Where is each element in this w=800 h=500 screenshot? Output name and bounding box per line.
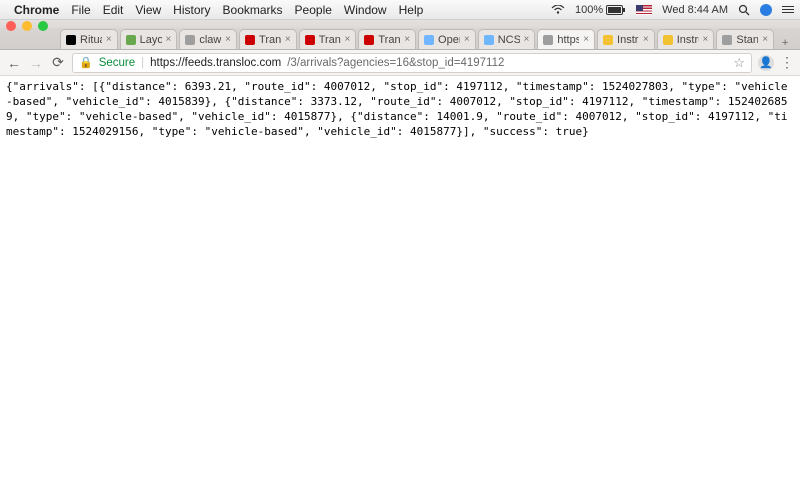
lock-icon: 🔒: [79, 56, 93, 69]
browser-tab[interactable]: https:/ ×: [537, 29, 595, 49]
back-button[interactable]: ←: [6, 55, 22, 71]
tab-title: Transf: [378, 34, 400, 46]
favicon-icon: [245, 35, 255, 45]
input-flag-icon[interactable]: [636, 5, 652, 15]
close-tab-icon[interactable]: ×: [345, 34, 351, 45]
favicon-icon: [722, 35, 732, 45]
response-body: {"arrivals": [{"distance": 6393.21, "rou…: [0, 76, 800, 143]
bookmark-star-icon[interactable]: ☆: [733, 55, 745, 71]
tab-title: OpenA: [438, 34, 460, 46]
new-tab-button[interactable]: +: [776, 37, 794, 49]
browser-tab[interactable]: Transf ×: [299, 29, 357, 49]
browser-tab[interactable]: Transf ×: [358, 29, 416, 49]
window-titlebar: [0, 20, 800, 28]
menubar-item[interactable]: View: [135, 3, 161, 17]
forward-button: →: [28, 55, 44, 71]
browser-tab[interactable]: Layout ×: [120, 29, 178, 49]
favicon-icon: [66, 35, 76, 45]
browser-tab[interactable]: NCSU ×: [478, 29, 536, 49]
macos-menubar: Chrome File Edit View History Bookmarks …: [0, 0, 800, 20]
clock[interactable]: Wed 8:44 AM: [662, 4, 728, 16]
tab-title: Instruc: [617, 34, 639, 46]
menubar-item[interactable]: File: [71, 3, 90, 17]
tab-title: https:/: [557, 34, 579, 46]
toolbar: ← → ⟳ 🔒 Secure | https://feeds.transloc.…: [0, 50, 800, 76]
tab-title: Transf: [319, 34, 341, 46]
tab-strip: Ritual×Layout×clawbc×Transf×Transf×Trans…: [0, 28, 800, 50]
window-controls: [6, 21, 48, 31]
menubar-item[interactable]: Edit: [103, 3, 124, 17]
tab-title: Instruc: [677, 34, 699, 46]
favicon-icon: [305, 35, 315, 45]
url-host: https://feeds.transloc.com: [150, 57, 281, 69]
browser-tab[interactable]: Instruc ×: [597, 29, 655, 49]
favicon-icon: [603, 35, 613, 45]
spotlight-icon[interactable]: [738, 4, 750, 16]
close-tab-icon[interactable]: ×: [225, 34, 231, 45]
close-tab-icon[interactable]: ×: [524, 34, 530, 45]
favicon-icon: [364, 35, 374, 45]
favicon-icon: [484, 35, 494, 45]
close-tab-icon[interactable]: ×: [106, 34, 112, 45]
wifi-icon[interactable]: [551, 5, 565, 15]
close-window-icon[interactable]: [6, 21, 16, 31]
tab-title: Layout: [140, 34, 162, 46]
notification-center-icon[interactable]: [782, 6, 794, 14]
battery-icon[interactable]: 100%: [575, 4, 626, 16]
menubar-item[interactable]: People: [295, 3, 332, 17]
close-tab-icon[interactable]: ×: [285, 34, 291, 45]
reload-button[interactable]: ⟳: [50, 55, 66, 71]
status-dot-icon[interactable]: [760, 4, 772, 16]
address-bar[interactable]: 🔒 Secure | https://feeds.transloc.com/3/…: [72, 53, 752, 73]
profile-avatar-icon[interactable]: 👤: [758, 55, 774, 71]
close-tab-icon[interactable]: ×: [404, 34, 410, 45]
close-tab-icon[interactable]: ×: [643, 34, 649, 45]
menubar-item[interactable]: Bookmarks: [223, 3, 283, 17]
menubar-item[interactable]: Help: [399, 3, 424, 17]
browser-tab[interactable]: Transf ×: [239, 29, 297, 49]
chrome-menu-icon[interactable]: ⋮: [780, 54, 794, 71]
fullscreen-window-icon[interactable]: [38, 21, 48, 31]
close-tab-icon[interactable]: ×: [583, 34, 589, 45]
secure-label: Secure: [99, 57, 135, 69]
tab-title: Ritual: [80, 34, 102, 46]
url-path: /3/arrivals?agencies=16&stop_id=4197112: [287, 57, 504, 69]
minimize-window-icon[interactable]: [22, 21, 32, 31]
menubar-item[interactable]: History: [173, 3, 210, 17]
favicon-icon: [424, 35, 434, 45]
tab-title: Transf: [259, 34, 281, 46]
menubar-item[interactable]: Window: [344, 3, 387, 17]
favicon-icon: [185, 35, 195, 45]
close-tab-icon[interactable]: ×: [166, 34, 172, 45]
close-tab-icon[interactable]: ×: [464, 34, 470, 45]
favicon-icon: [126, 35, 136, 45]
menubar-app[interactable]: Chrome: [14, 3, 59, 17]
tab-title: Standa: [736, 34, 758, 46]
close-tab-icon[interactable]: ×: [703, 34, 709, 45]
browser-tab[interactable]: clawbc ×: [179, 29, 237, 49]
browser-tab[interactable]: OpenA ×: [418, 29, 476, 49]
favicon-icon: [543, 35, 553, 45]
browser-tab[interactable]: Instruc ×: [657, 29, 715, 49]
close-tab-icon[interactable]: ×: [762, 34, 768, 45]
tab-title: clawbc: [199, 34, 221, 46]
browser-tab[interactable]: Standa ×: [716, 29, 774, 49]
browser-tab[interactable]: Ritual ×: [60, 29, 118, 49]
tab-title: NCSU: [498, 34, 520, 46]
favicon-icon: [663, 35, 673, 45]
